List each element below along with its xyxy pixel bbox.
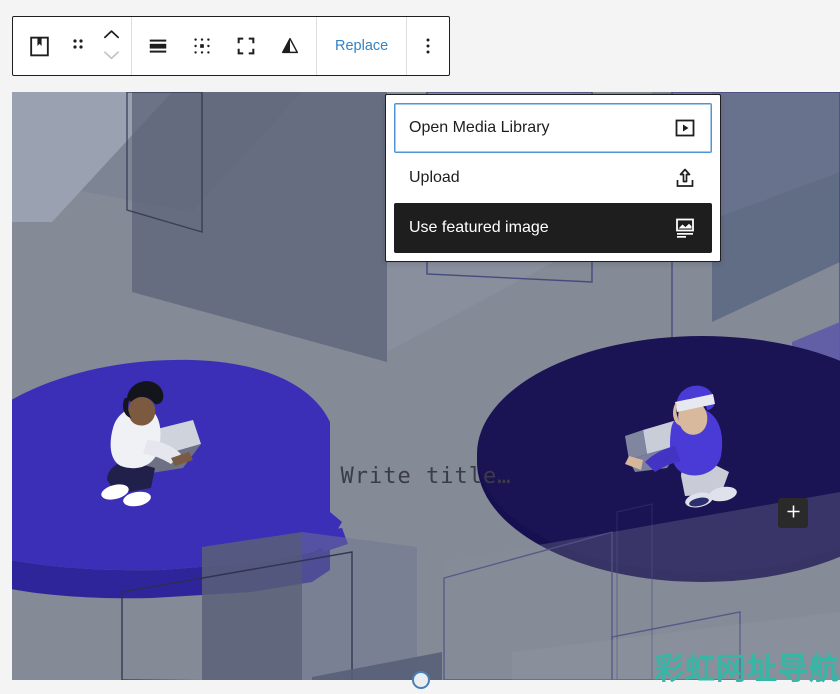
plus-icon (785, 503, 802, 523)
menu-item-open-media-library[interactable]: Open Media Library (394, 103, 712, 153)
site-watermark: 彩虹网址导航 (654, 655, 840, 685)
menu-item-label: Use featured image (409, 219, 673, 237)
editor-root: Write title… 彩虹网址导航 (0, 0, 840, 694)
more-options-button[interactable] (411, 17, 445, 75)
drag-handle-button[interactable] (61, 17, 95, 75)
cover-block-icon (27, 34, 52, 59)
media-library-icon (673, 116, 697, 140)
block-toolbar: Replace (12, 16, 450, 76)
block-movers (95, 17, 127, 75)
toggle-full-height-icon (235, 35, 257, 57)
contrast-duotone-button[interactable] (268, 17, 312, 75)
replace-media-menu: Open Media Library Upload Use featured i… (385, 94, 721, 262)
focal-point-button[interactable] (180, 17, 224, 75)
menu-item-label: Open Media Library (409, 119, 673, 137)
block-appender-button[interactable] (778, 498, 808, 528)
toolbar-group-replace: Replace (317, 17, 407, 75)
replace-button[interactable]: Replace (321, 17, 402, 75)
cover-title-placeholder[interactable]: Write title… (12, 464, 840, 489)
align-button[interactable] (136, 17, 180, 75)
more-options-icon (425, 36, 431, 56)
contrast-duotone-icon (279, 35, 301, 57)
cover-resize-handle[interactable] (412, 671, 430, 689)
toolbar-group-block (13, 17, 132, 75)
featured-image-icon (673, 216, 697, 240)
toolbar-group-more (407, 17, 449, 75)
move-down-button[interactable] (102, 48, 121, 66)
upload-icon (673, 166, 697, 190)
align-full-width-icon (147, 35, 169, 57)
menu-item-use-featured-image[interactable]: Use featured image (394, 203, 712, 253)
menu-item-label: Upload (409, 169, 673, 187)
move-up-button[interactable] (102, 27, 121, 45)
toolbar-group-settings (132, 17, 317, 75)
drag-handle-icon (70, 37, 86, 55)
toggle-full-height-button[interactable] (224, 17, 268, 75)
block-type-button[interactable] (17, 17, 61, 75)
focal-point-picker-icon (191, 35, 213, 57)
menu-item-upload[interactable]: Upload (394, 153, 712, 203)
